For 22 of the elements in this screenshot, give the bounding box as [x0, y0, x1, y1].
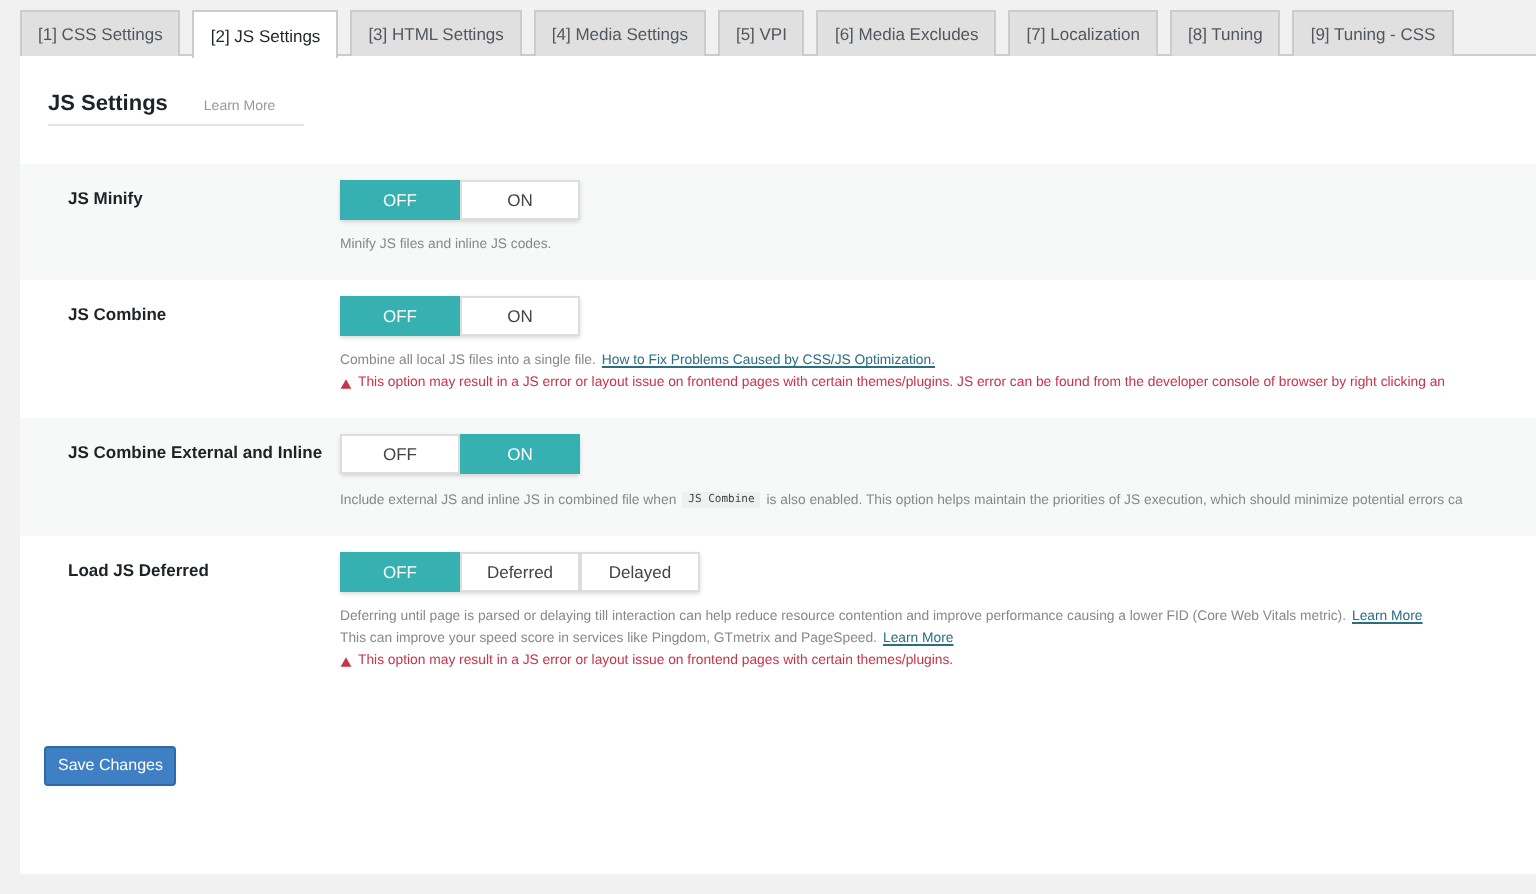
- settings-tab[interactable]: [5] VPI: [717, 10, 805, 56]
- settings-tab[interactable]: [2] JS Settings: [192, 10, 339, 58]
- toggle-option[interactable]: Delayed: [580, 552, 700, 592]
- settings-tab[interactable]: [4] Media Settings: [533, 10, 706, 56]
- settings-tab[interactable]: [3] HTML Settings: [350, 10, 522, 56]
- settings-tab[interactable]: [1] CSS Settings: [20, 10, 181, 56]
- settings-tab[interactable]: [6] Media Excludes: [816, 10, 997, 56]
- toggle-option[interactable]: ON: [460, 296, 580, 336]
- toggle-option[interactable]: ON: [460, 180, 580, 220]
- setting-label: JS Minify: [68, 186, 145, 212]
- settings-tab[interactable]: [7] Localization: [1008, 10, 1158, 56]
- setting-label: Load JS Deferred: [68, 558, 211, 584]
- save-changes-button[interactable]: Save Changes: [44, 745, 177, 785]
- warning-icon: [340, 377, 352, 389]
- setting-label: JS Combine: [68, 302, 169, 328]
- warning-icon: [340, 655, 352, 667]
- settings-tab[interactable]: [9] Tuning - CSS: [1292, 10, 1454, 56]
- toggle-option[interactable]: Deferred: [460, 552, 580, 592]
- setting-label: JS Combine External and Inline: [68, 440, 325, 466]
- section-title: JS Settings: [48, 92, 168, 116]
- toggle-option[interactable]: OFF: [340, 434, 460, 474]
- settings-tab[interactable]: [8] Tuning: [1170, 10, 1281, 56]
